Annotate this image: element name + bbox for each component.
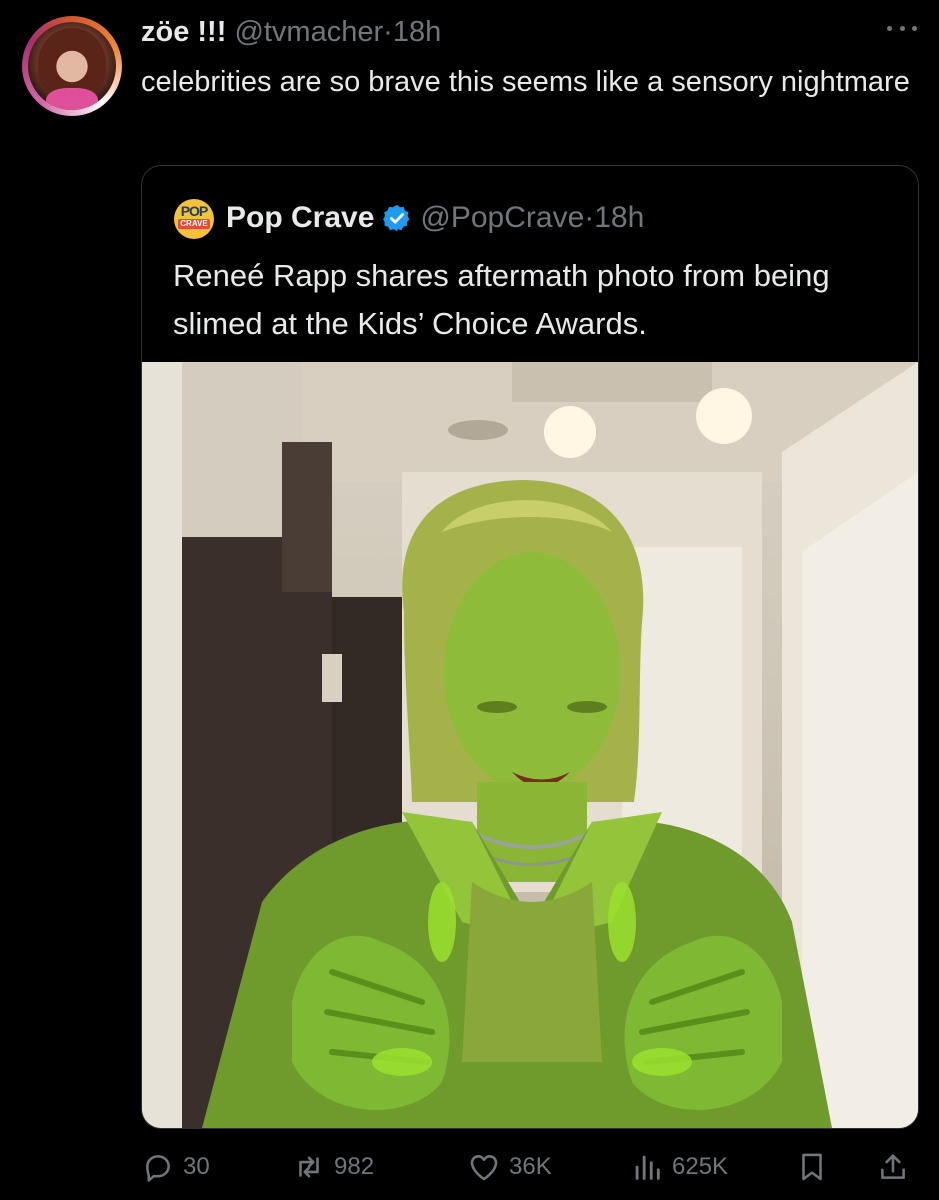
dot — [887, 25, 892, 31]
like-icon — [470, 1155, 498, 1181]
quoted-display-name[interactable]: Pop Crave — [226, 198, 374, 238]
avatar-shirt — [46, 88, 98, 110]
more-icon[interactable] — [887, 22, 917, 34]
bookmark-button[interactable] — [795, 1150, 837, 1184]
views-icon — [635, 1155, 660, 1180]
share-icon — [881, 1154, 905, 1179]
repost-button[interactable]: 982 — [292, 1150, 374, 1184]
tweet-header: zöe !!! @tvmacher·18h — [141, 14, 441, 50]
tweet-text: celebrities are so brave this seems like… — [141, 66, 910, 98]
repost-icon — [299, 1156, 319, 1178]
quoted-user-handle[interactable]: @PopCrave — [420, 198, 584, 238]
quoted-tweet[interactable]: POP CRAVE Pop Crave @PopCrave · 18h Reneé … — [141, 165, 919, 1129]
dot — [899, 25, 905, 31]
avatar-photo — [28, 22, 116, 110]
logo-crave-text: CRAVE — [178, 219, 210, 229]
quoted-tweet-header: Pop Crave @PopCrave · 18h — [226, 198, 644, 238]
popcrave-logo[interactable]: POP CRAVE — [174, 199, 214, 239]
dot-separator: · — [584, 201, 595, 234]
slimed-person-photo — [142, 362, 918, 1128]
repost-count: 982 — [334, 1153, 375, 1180]
reply-icon — [146, 1155, 170, 1182]
reply-count: 30 — [183, 1153, 210, 1180]
dot-separator: · — [383, 16, 393, 48]
share-button[interactable] — [876, 1150, 918, 1184]
verified-icon — [383, 204, 410, 232]
user-handle[interactable]: @tvmacher — [234, 16, 383, 48]
quoted-tweet-text: Reneé Rapp shares aftermath photo from b… — [173, 258, 830, 341]
tweet-actions: 30 982 36K 625K — [0, 1140, 939, 1194]
dot — [912, 25, 917, 31]
bookmark-icon — [802, 1153, 822, 1181]
display-name[interactable]: zöe !!! — [141, 16, 226, 48]
timestamp[interactable]: 18h — [393, 16, 441, 48]
reply-button[interactable]: 30 — [141, 1150, 210, 1184]
views-count: 625K — [672, 1153, 729, 1180]
like-button[interactable]: 36K — [467, 1150, 552, 1184]
avatar[interactable] — [22, 16, 122, 116]
quoted-tweet-photo[interactable] — [142, 362, 918, 1128]
like-count: 36K — [509, 1153, 552, 1180]
views-button[interactable]: 625K — [630, 1150, 728, 1184]
logo-pop-text: POP — [180, 203, 209, 219]
quoted-timestamp: 18h — [594, 201, 645, 234]
